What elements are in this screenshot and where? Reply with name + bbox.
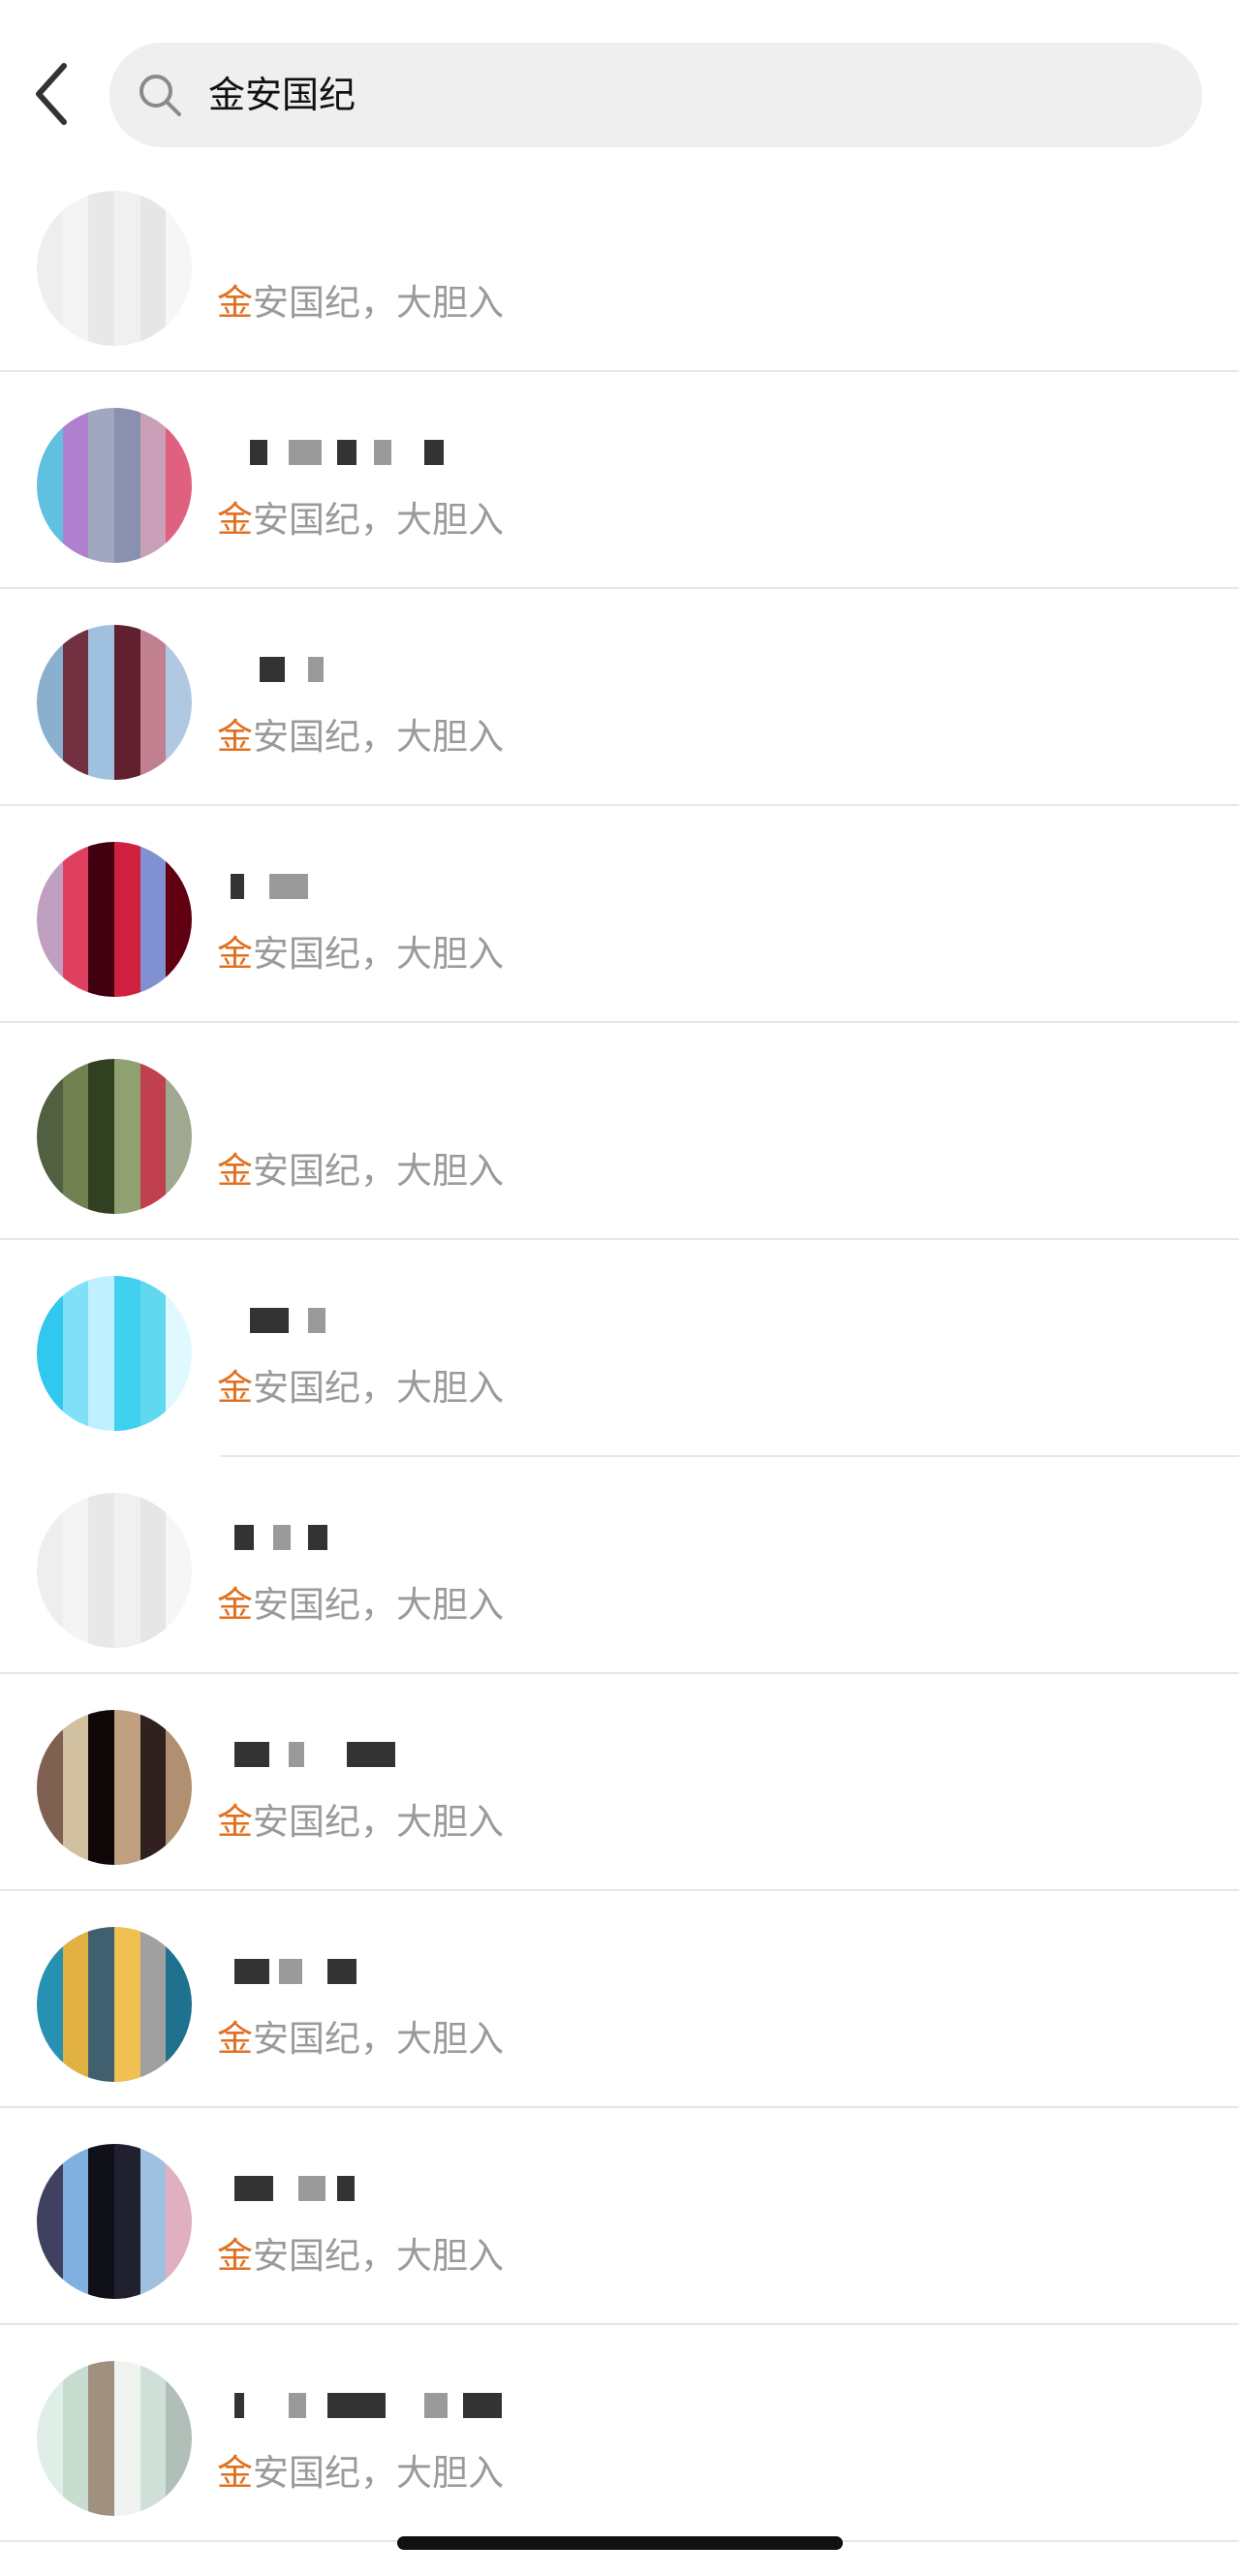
keyword-highlight: 金 [217,499,253,541]
result-item[interactable]: 金安国纪，大胆入 [0,1240,1239,1457]
avatar [37,1927,192,2082]
result-item[interactable]: 金安国纪，大胆入 [0,2325,1239,2542]
keyword-highlight: 金 [217,282,253,324]
avatar [37,2361,192,2516]
result-item[interactable]: 金安国纪，大胆入 [0,589,1239,806]
keyword-highlight: 金 [217,933,253,975]
keyword-highlight: 金 [217,716,253,758]
keyword-highlight: 金 [217,1801,253,1843]
result-item[interactable]: 金安国纪，大胆入 [0,155,1239,372]
snippet-text: 安国纪，大胆入 [253,282,504,324]
keyword-highlight: 金 [217,1584,253,1626]
snippet-text: 安国纪，大胆入 [253,1584,504,1626]
result-snippet: 金安国纪，大胆入 [217,930,504,978]
keyword-highlight: 金 [217,2235,253,2277]
snippet-text: 安国纪，大胆入 [253,933,504,975]
result-snippet: 金安国纪，大胆入 [217,2015,504,2064]
avatar [37,1493,192,1648]
search-icon [139,75,181,116]
result-snippet: 金安国纪，大胆入 [217,1798,504,1847]
result-item[interactable]: 金安国纪，大胆入 [0,1891,1239,2108]
result-item[interactable]: 金安国纪，大胆入 [0,1457,1239,1674]
avatar [37,1059,192,1214]
keyword-highlight: 金 [217,1367,253,1409]
snippet-text: 安国纪，大胆入 [253,499,504,541]
snippet-text: 安国纪，大胆入 [253,2452,504,2494]
result-item[interactable]: 金安国纪，大胆入 [0,1023,1239,1240]
result-snippet: 金安国纪，大胆入 [217,2232,504,2281]
avatar [37,1276,192,1431]
result-snippet: 金安国纪，大胆入 [217,279,504,327]
snippet-text: 安国纪，大胆入 [253,1367,504,1409]
result-snippet: 金安国纪，大胆入 [217,713,504,761]
keyword-highlight: 金 [217,1150,253,1192]
avatar [37,625,192,780]
avatar [37,842,192,997]
search-bar[interactable] [109,43,1202,147]
keyword-highlight: 金 [217,2018,253,2060]
result-snippet: 金安国纪，大胆入 [217,496,504,544]
avatar [37,191,192,346]
result-snippet: 金安国纪，大胆入 [217,1581,504,1629]
result-item[interactable]: 金安国纪，大胆入 [0,372,1239,589]
snippet-text: 安国纪，大胆入 [253,1150,504,1192]
keyword-highlight: 金 [217,2452,253,2494]
result-snippet: 金安国纪，大胆入 [217,2449,504,2498]
result-snippet: 金安国纪，大胆入 [217,1364,504,1412]
result-item[interactable]: 金安国纪，大胆入 [0,2108,1239,2325]
result-item[interactable]: 金安国纪，大胆入 [0,1674,1239,1891]
search-input[interactable] [208,43,1158,147]
snippet-text: 安国纪，大胆入 [253,1801,504,1843]
chevron-left-icon [36,63,67,125]
result-item[interactable]: 金安国纪，大胆入 [0,806,1239,1023]
home-indicator[interactable] [397,2536,843,2550]
result-list: 金安国纪，大胆入 金安国纪，大胆入 金安国纪，大胆入 金安国纪，大胆入 金安国纪，大胆入… [0,155,1239,2542]
avatar [37,1710,192,1865]
back-button[interactable] [29,60,79,128]
snippet-text: 安国纪，大胆入 [253,2235,504,2277]
snippet-text: 安国纪，大胆入 [253,716,504,758]
avatar [37,408,192,563]
result-snippet: 金安国纪，大胆入 [217,1147,504,1195]
snippet-text: 安国纪，大胆入 [253,2018,504,2060]
avatar [37,2144,192,2299]
